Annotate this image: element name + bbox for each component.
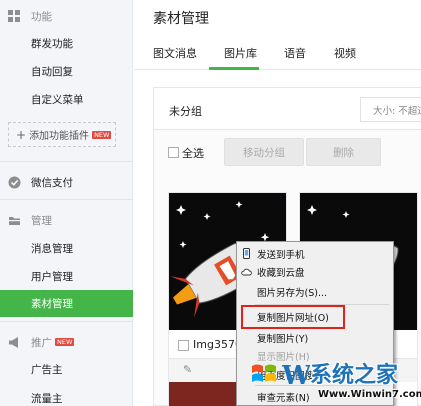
menu-item-label: 复制图片(Y)	[257, 334, 309, 345]
sidebar-item-wechat-pay[interactable]: 微信支付	[0, 170, 133, 194]
watermark-brand: 系统之家	[310, 362, 399, 388]
highlight-box	[241, 305, 345, 329]
watermark-url: Www.Winwin7.com	[318, 389, 421, 400]
watermark-w-icon: W	[282, 361, 310, 390]
section-wechat-pay-label: 微信支付	[31, 176, 73, 189]
image-name: Img3570	[193, 338, 242, 351]
sidebar-item-user-manage[interactable]: 用户管理	[0, 263, 133, 290]
grid-icon	[8, 9, 21, 23]
folder-icon	[8, 214, 21, 227]
megaphone-icon	[8, 336, 21, 349]
sidebar-item-label: 消息管理	[31, 243, 73, 255]
sidebar-divider	[0, 199, 133, 200]
sidebar-item-message-manage[interactable]: 消息管理	[0, 235, 133, 262]
tab-voice[interactable]: 语音	[284, 45, 306, 61]
move-group-button[interactable]: 移动分组	[224, 138, 304, 166]
sidebar-item-custom-menu[interactable]: 自定义菜单	[0, 86, 133, 113]
sidebar-item-label: 自动回复	[31, 66, 73, 78]
sidebar-item-material-manage[interactable]: 素材管理	[0, 290, 133, 317]
select-all-label[interactable]: 全选	[182, 145, 204, 161]
sidebar-item-publisher[interactable]: 流量主	[0, 385, 133, 406]
page-title: 素材管理	[153, 11, 209, 27]
size-hint-field: 大小: 不超过	[360, 97, 421, 122]
sidebar-item-advertiser[interactable]: 广告主	[0, 356, 133, 383]
sidebar-item-mass-send[interactable]: 群发功能	[0, 30, 133, 57]
menu-item-label: 收藏到云盘	[257, 268, 305, 279]
new-badge: NEW	[55, 338, 75, 346]
sidebar-item-label: 广告主	[31, 364, 63, 376]
menu-item-save-to-cloud[interactable]: 收藏到云盘	[237, 263, 393, 281]
section-manage-label: 管理	[31, 214, 52, 227]
sidebar-item-label: 素材管理	[31, 298, 73, 310]
section-features-label: 功能	[31, 10, 52, 23]
sidebar-item-auto-reply[interactable]: 自动回复	[0, 58, 133, 85]
sidebar-divider	[0, 161, 133, 162]
section-manage: 管理	[0, 208, 133, 232]
cloud-icon	[241, 266, 252, 277]
menu-item-copy-image[interactable]: 复制图片(Y)	[237, 329, 393, 347]
delete-button[interactable]: 删除	[306, 138, 381, 166]
new-badge: NEW	[92, 130, 112, 139]
add-plugin-label: 添加功能插件	[29, 131, 90, 142]
section-promote-label: 推广	[31, 336, 52, 349]
pay-icon	[8, 176, 21, 189]
menu-item-send-to-phone[interactable]: 发送到手机	[237, 245, 393, 263]
sidebar-divider	[0, 321, 133, 322]
tab-video[interactable]: 视频	[334, 45, 356, 61]
plus-icon: +	[16, 127, 27, 142]
sidebar-item-label: 流量主	[31, 393, 63, 405]
sidebar: 功能 群发功能 自动回复 自定义菜单 + 添加功能插件 NEW 微信支付 管理 …	[0, 0, 133, 406]
windows-logo-icon	[252, 364, 276, 382]
phone-icon	[241, 248, 252, 259]
watermark: W 系统之家 Www.Winwin7.com	[248, 356, 421, 406]
tab-image-library[interactable]: 图片库	[224, 45, 257, 61]
menu-item-label: 图片另存为(S)...	[257, 288, 328, 299]
sidebar-item-label: 用户管理	[31, 271, 73, 283]
sidebar-item-label: 群发功能	[31, 38, 73, 50]
group-name: 未分组	[169, 105, 202, 118]
section-promote: 推广 NEW	[0, 330, 133, 354]
menu-item-label: 发送到手机	[257, 250, 305, 261]
sidebar-item-label: 自定义菜单	[31, 94, 84, 106]
pencil-icon[interactable]: ✎	[183, 363, 192, 376]
section-features: 功能	[0, 4, 133, 28]
menu-item-save-image-as[interactable]: 图片另存为(S)...	[237, 283, 393, 301]
image-checkbox[interactable]	[178, 340, 189, 351]
tab-bar: 图文消息 图片库 语音 视频	[134, 36, 421, 70]
select-all-checkbox[interactable]	[168, 147, 179, 158]
add-plugin-button[interactable]: + 添加功能插件 NEW	[8, 122, 116, 147]
svg-text:W: W	[282, 361, 310, 390]
group-header: 未分组 大小: 不超过	[154, 88, 421, 130]
tab-news[interactable]: 图文消息	[153, 45, 197, 61]
tab-active-indicator	[209, 67, 259, 70]
